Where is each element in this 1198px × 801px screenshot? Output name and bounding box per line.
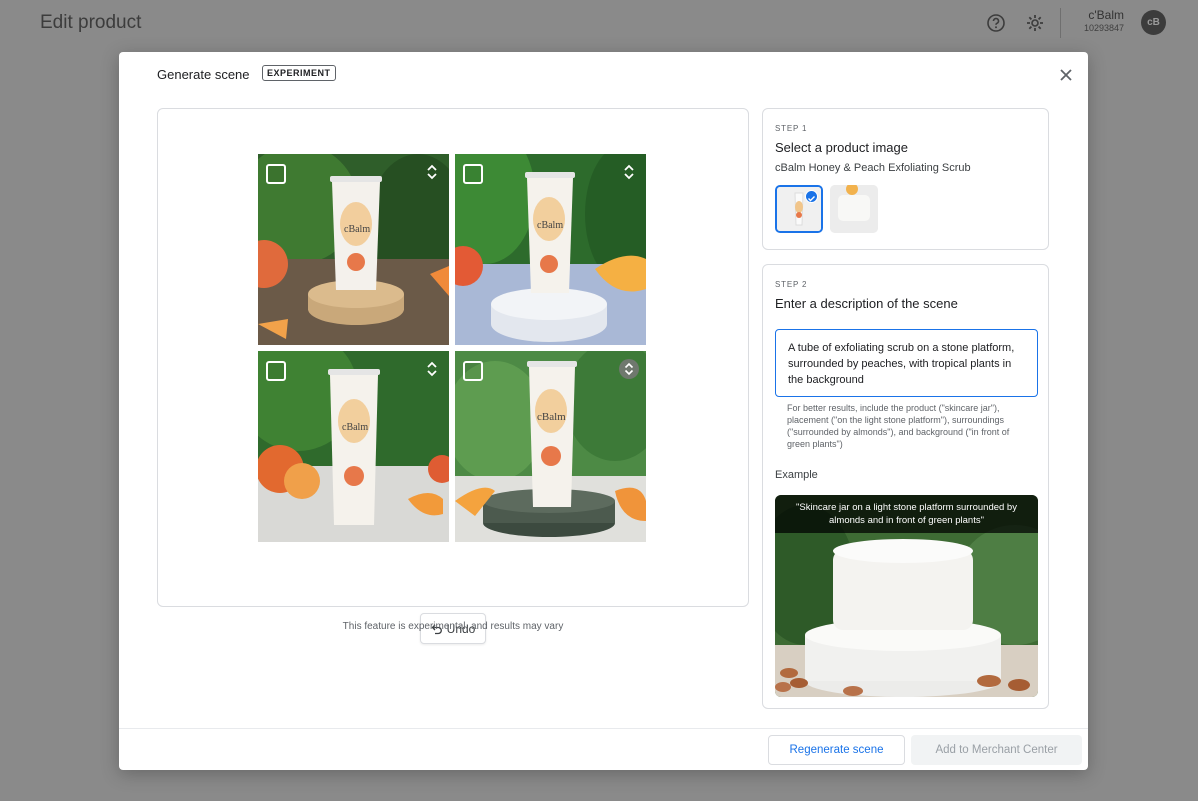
product-thumbnail-1[interactable]	[775, 185, 823, 233]
settings-icon[interactable]	[1025, 13, 1045, 33]
expand-icon[interactable]	[422, 162, 442, 182]
step2-card: STEP 2 Enter a description of the scene …	[762, 264, 1049, 709]
page-header: Edit product c'Balm 10293847 cB	[0, 0, 1198, 46]
regenerate-scene-button[interactable]: Regenerate scene	[768, 735, 905, 765]
help-icon[interactable]	[986, 13, 1006, 33]
experimental-disclaimer: This feature is experimental, and result…	[342, 621, 564, 632]
expand-icon[interactable]	[619, 359, 639, 379]
account-id: 10293847	[1083, 23, 1124, 33]
page-title: Edit product	[40, 12, 142, 33]
product-brand-text: cBalm	[344, 224, 370, 235]
step1-card: STEP 1 Select a product image cBalm Hone…	[762, 108, 1049, 250]
experiment-badge: EXPERIMENT	[262, 65, 336, 81]
step2-title: Enter a description of the scene	[775, 296, 958, 311]
select-checkbox[interactable]	[463, 164, 483, 184]
example-label: Example	[775, 469, 818, 481]
expand-icon[interactable]	[422, 359, 442, 379]
header-divider	[1060, 8, 1061, 38]
generated-image-1[interactable]: cBalm	[258, 154, 449, 345]
generated-images-panel: cBalm cBalm cBalm cBalm Undo	[157, 108, 749, 644]
avatar-text: cB	[1147, 17, 1160, 28]
selected-check-icon	[805, 190, 818, 203]
example-caption: "Skincare jar on a light stone platform …	[775, 495, 1038, 533]
generated-image-2[interactable]: cBalm	[455, 154, 646, 345]
dialog-title: Generate scene	[157, 67, 250, 82]
generated-image-4[interactable]: cBalm	[455, 351, 646, 542]
description-hint: For better results, include the product …	[787, 403, 1010, 449]
generate-scene-dialog: Generate scene EXPERIMENT cBalm cBalm cB…	[119, 52, 1088, 770]
product-name: cBalm Honey & Peach Exfoliating Scrub	[775, 162, 971, 174]
product-thumbnail-2[interactable]	[830, 185, 878, 233]
example-image: "Skincare jar on a light stone platform …	[775, 495, 1038, 697]
step1-title: Select a product image	[775, 140, 908, 155]
account-info[interactable]: c'Balm 10293847	[1072, 8, 1124, 34]
select-checkbox[interactable]	[266, 164, 286, 184]
add-to-merchant-center-button[interactable]: Add to Merchant Center	[911, 735, 1082, 765]
account-name: c'Balm	[1088, 8, 1124, 22]
product-brand-text: cBalm	[537, 411, 566, 423]
product-brand-text: cBalm	[342, 422, 368, 433]
step2-label: STEP 2	[775, 280, 808, 289]
generated-image-3[interactable]: cBalm	[258, 351, 449, 542]
product-brand-text: cBalm	[537, 220, 563, 231]
select-checkbox[interactable]	[266, 361, 286, 381]
expand-icon[interactable]	[619, 162, 639, 182]
avatar[interactable]: cB	[1141, 10, 1166, 35]
select-checkbox[interactable]	[463, 361, 483, 381]
scene-description-input[interactable]: A tube of exfoliating scrub on a stone p…	[775, 329, 1038, 397]
step1-label: STEP 1	[775, 124, 808, 133]
close-icon[interactable]	[1057, 66, 1075, 84]
